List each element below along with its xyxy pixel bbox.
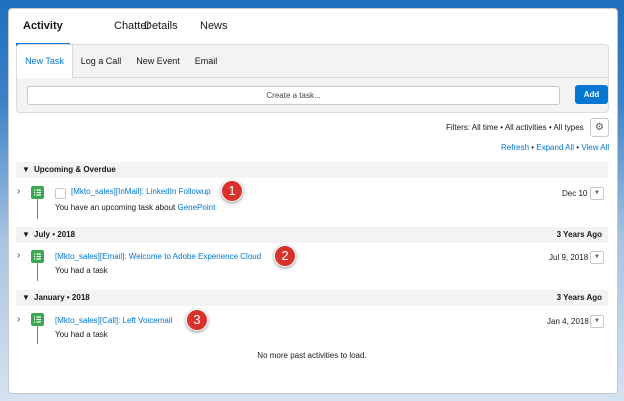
composer-tab-new-task[interactable]: New Task [17,45,73,78]
activity-date: Dec 10 [562,189,588,198]
view-all-link[interactable]: View All [581,143,609,152]
desc-text: You had a task [55,266,108,275]
activity-actions: Refresh • Expand All • View All [501,143,609,152]
chevron-down-icon: ▼ [22,293,30,302]
task-list-icon [31,250,44,263]
activity-description: You had a task [55,266,108,275]
chevron-right-icon[interactable]: › [17,186,20,197]
activity-description: You have an upcoming task about GenePoin… [55,203,215,212]
activity-date: Jan 4, 2018 [547,317,589,326]
create-task-input[interactable]: Create a task... [27,86,560,105]
related-record-link[interactable]: GenePoint [177,203,215,212]
composer-tab-email[interactable]: Email [189,45,223,77]
composer-tabs: New Task Log a Call New Event Email [17,45,608,78]
activity-subject-link[interactable]: [Mkto_sales][Call]: Left Voicemail [55,316,172,325]
dropdown-icon[interactable]: ▼ [590,315,604,328]
section-title: January • 2018 [34,293,90,302]
record-tabs: Activity Chatter Details News [16,18,608,47]
section-title: Upcoming & Overdue [34,165,116,174]
composer-tab-new-event[interactable]: New Event [130,45,186,77]
activity-subject-link[interactable]: [Mkto_sales][Email]: Welcome to Adobe Ex… [55,252,261,261]
activity-composer: New Task Log a Call New Event Email Crea… [16,44,609,113]
callout-badge: 1 [221,180,243,202]
chevron-down-icon: ▼ [22,165,30,174]
chevron-right-icon[interactable]: › [17,314,20,325]
section-january-2018[interactable]: ▼ January • 2018 3 Years Ago [16,290,608,306]
dropdown-icon[interactable]: ▼ [590,187,604,200]
tab-news[interactable]: News [200,18,228,46]
refresh-link[interactable]: Refresh [501,143,529,152]
chevron-down-icon: ▼ [22,230,30,239]
no-more-activities: No more past activities to load. [257,351,367,360]
section-title: July • 2018 [34,230,76,239]
filters-label: Filters: All time • All activities • All… [446,123,584,132]
task-list-icon [31,186,44,199]
section-age: 3 Years Ago [556,293,602,302]
section-july-2018[interactable]: ▼ July • 2018 3 Years Ago [16,227,608,243]
section-upcoming[interactable]: ▼ Upcoming & Overdue [16,162,608,178]
activity-subject-link[interactable]: [Mkto_sales][InMail]: LinkedIn Followup [71,187,211,196]
timeline-line [37,199,38,219]
tab-details[interactable]: Details [144,18,178,46]
callout-badge: 3 [186,309,208,331]
activity-description: You had a task [55,330,108,339]
desc-text: You have an upcoming task about [55,203,176,212]
activity-date: Jul 9, 2018 [549,253,589,262]
tab-activity[interactable]: Activity [16,18,70,46]
timeline-line [37,263,38,281]
section-age: 3 Years Ago [556,230,602,239]
desc-text: You had a task [55,330,108,339]
chevron-right-icon[interactable]: › [17,250,20,261]
task-checkbox[interactable] [55,188,66,199]
composer-tab-log-call[interactable]: Log a Call [74,45,128,77]
add-button[interactable]: Add [575,85,608,104]
gear-icon[interactable]: ⚙ [590,118,609,137]
expand-all-link[interactable]: Expand All [536,143,574,152]
timeline-line [37,326,38,344]
callout-badge: 2 [274,245,296,267]
dropdown-icon[interactable]: ▼ [590,251,604,264]
task-list-icon [31,313,44,326]
